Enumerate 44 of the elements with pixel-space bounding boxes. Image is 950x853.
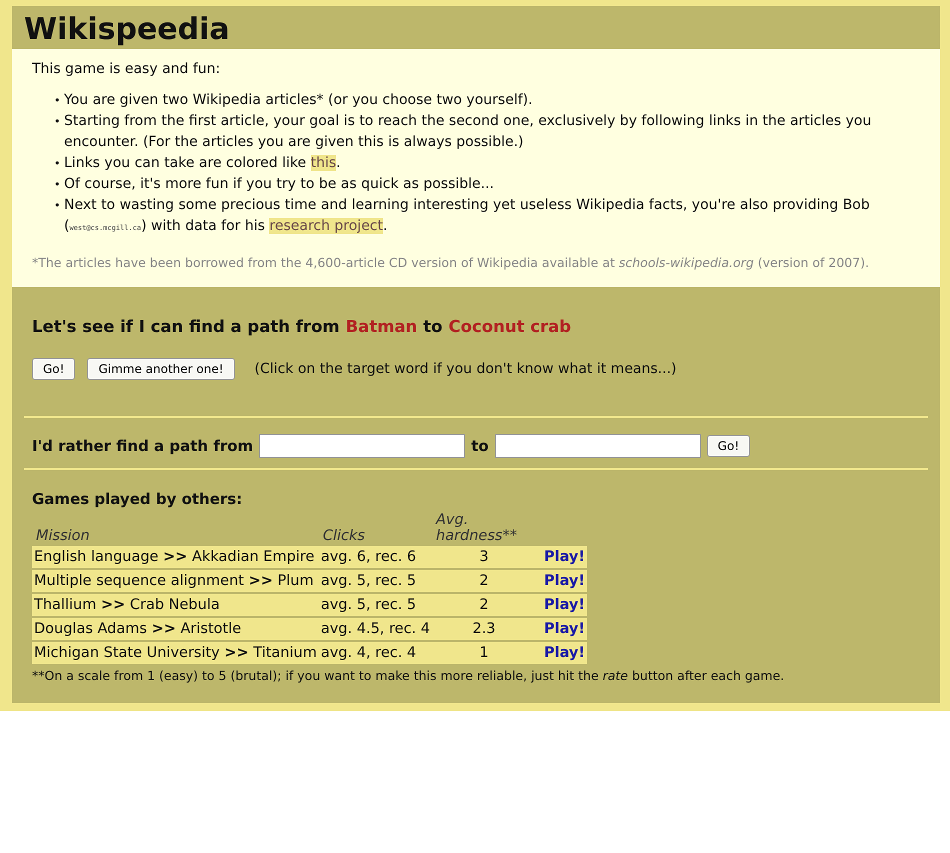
- hardness-cell: 2: [432, 593, 536, 617]
- column-header: Clicks: [322, 527, 366, 545]
- bullet: •: [54, 156, 62, 172]
- games-heading: Games played by others:: [32, 490, 244, 508]
- hardness-cell: 2.3: [432, 617, 536, 641]
- new-pair-button[interactable]: Gimme another one!: [87, 358, 235, 380]
- column-header: Mission: [35, 527, 91, 545]
- source-note: *The articles have been borrowed from the 4,600-article CD version of Wikipedia available at schools-wikipedia.org (version of 2007).: [32, 254, 870, 272]
- clicks-cell: avg. 4.5, rec. 4: [318, 617, 432, 641]
- column-header: Avg. hardness**: [434, 512, 518, 545]
- rule-text: Of course, it's more fun if you try to be as quick as possible...: [64, 175, 496, 194]
- bullet: •: [54, 177, 62, 193]
- footnote: **On a scale from 1 (easy) to 5 (brutal); if you want to make this more reliable, just hit the rate button after each game.: [32, 668, 786, 683]
- go-button[interactable]: Go!: [32, 358, 76, 380]
- bullet: •: [54, 93, 62, 109]
- joiner-text: to: [423, 317, 443, 336]
- rule-text: Starting from the first article, your goal is to reach the second one, exclusively by following links in the articles you encounter. (For the articles you are given this is always possible.): [64, 112, 872, 152]
- rule-text: Links you can take are colored like this.: [64, 154, 342, 173]
- custom-path-label: I'd rather find a path from: [32, 437, 254, 455]
- start-article-field[interactable]: [259, 434, 466, 458]
- hardness-cell: 1: [432, 641, 536, 664]
- mission-cell: Douglas Adams >> Aristotle: [32, 617, 319, 641]
- bullet: •: [54, 198, 62, 214]
- joiner-text: to: [471, 437, 489, 455]
- hint-text: (Click on the target word if you don't know what it means...): [254, 361, 676, 377]
- intro-text: This game is easy and fun:: [32, 60, 222, 79]
- rule-text: You are given two Wikipedia articles* (or you choose two yourself).: [64, 91, 534, 110]
- hardness-cell: 3: [432, 545, 536, 569]
- hardness-cell: 2: [432, 569, 536, 593]
- mission-cell: Multiple sequence alignment >> Plum: [32, 569, 319, 593]
- mission-cell: English language >> Akkadian Empire: [32, 545, 319, 569]
- clicks-cell: avg. 5, rec. 5: [318, 569, 432, 593]
- text-link[interactable]: this: [310, 155, 336, 171]
- challenge-text: Let's see if I can find a path from: [32, 317, 340, 336]
- text-link[interactable]: research project: [269, 218, 383, 234]
- go-button[interactable]: Go!: [706, 435, 750, 457]
- clicks-cell: avg. 4, rec. 4: [318, 641, 432, 664]
- mission-cell: Thallium >> Crab Nebula: [32, 593, 319, 617]
- bullet: •: [54, 114, 62, 130]
- target-article-field[interactable]: [494, 434, 701, 458]
- clicks-cell: avg. 5, rec. 5: [318, 593, 432, 617]
- site-title: Wikispeedia: [23, 11, 231, 49]
- clicks-cell: avg. 6, rec. 6: [318, 545, 432, 569]
- mission-cell: Michigan State University >> Titanium: [32, 641, 319, 664]
